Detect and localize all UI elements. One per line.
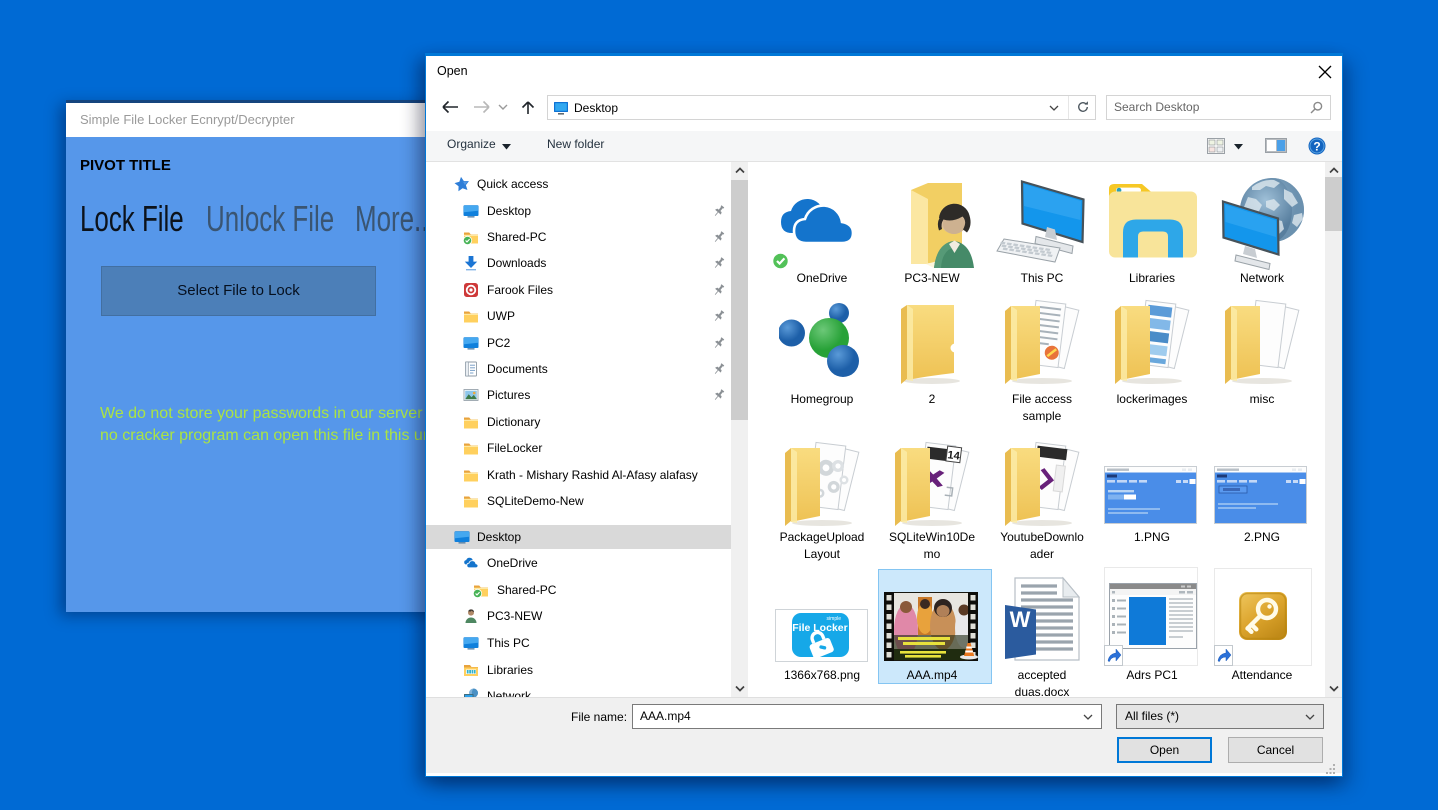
svg-text:simple: simple [827, 616, 842, 622]
svg-text:14: 14 [947, 449, 961, 463]
svg-text:W: W [1010, 607, 1031, 632]
svg-text:File Locker: File Locker [792, 622, 847, 634]
svg-text:?: ? [1313, 139, 1320, 153]
